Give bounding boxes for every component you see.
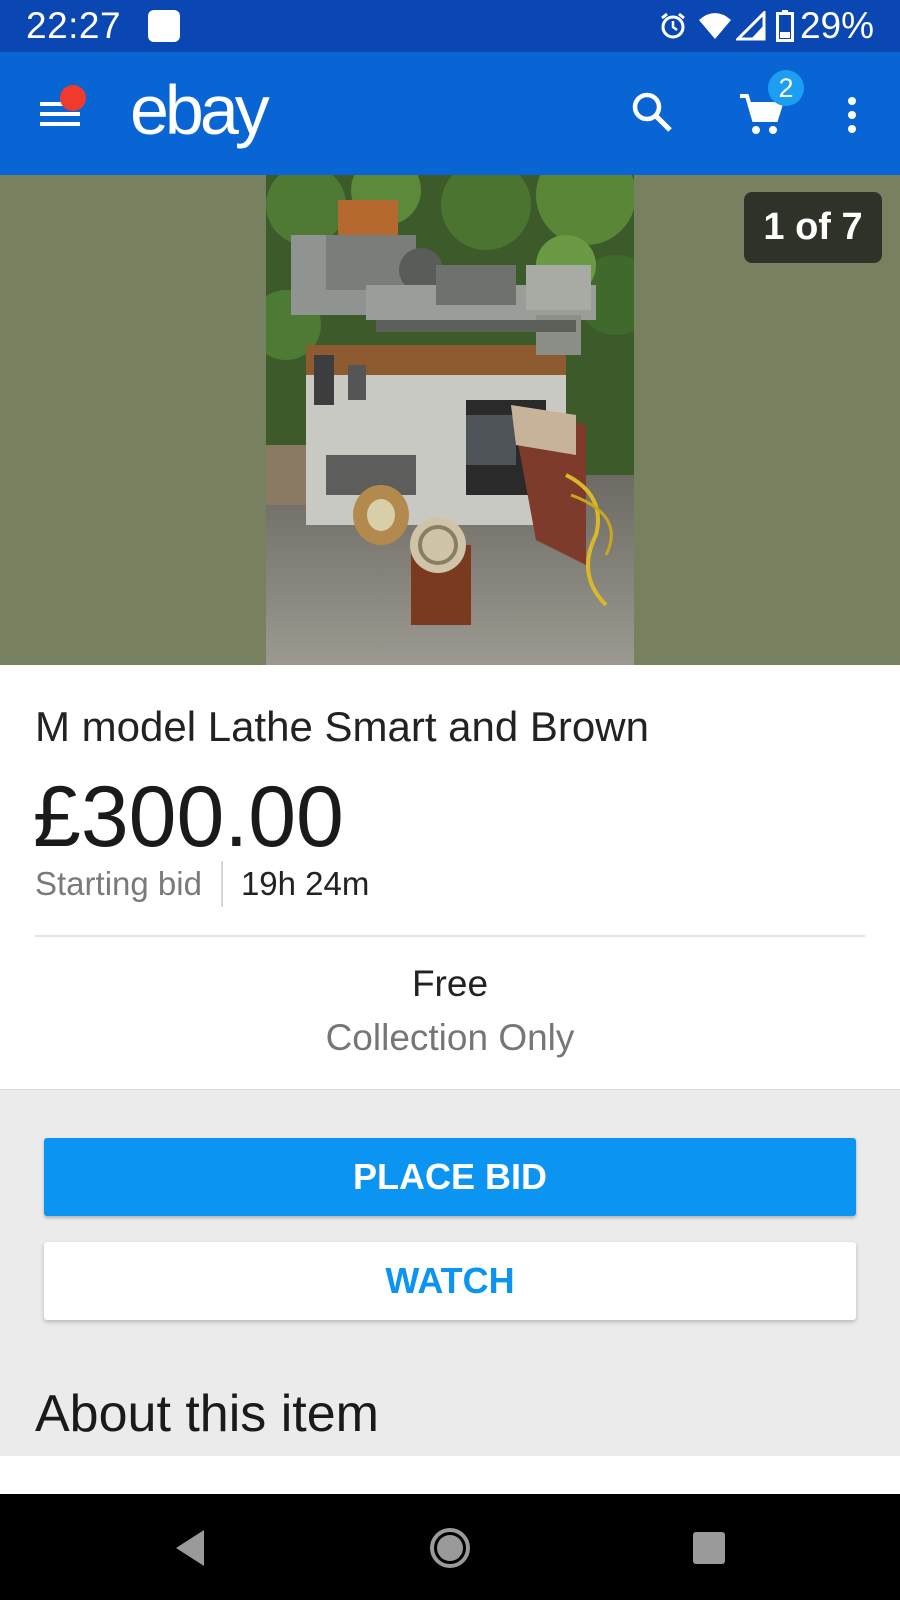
image-counter: 1 of 7 bbox=[744, 192, 882, 263]
back-button[interactable] bbox=[168, 1524, 216, 1572]
about-heading: About this item bbox=[35, 1385, 379, 1443]
recents-icon bbox=[693, 1532, 725, 1564]
about-section-top bbox=[0, 1456, 900, 1494]
alarm-icon bbox=[661, 12, 685, 39]
search-button[interactable] bbox=[630, 90, 676, 136]
shipping-cost: Free bbox=[411, 963, 489, 1004]
search-icon bbox=[632, 92, 672, 132]
recents-button[interactable] bbox=[685, 1524, 733, 1572]
shipping-method: Collection Only bbox=[325, 1017, 575, 1058]
menu-button[interactable] bbox=[40, 85, 86, 134]
item-price: £300.00 bbox=[33, 769, 344, 865]
cart-count-badge: 2 bbox=[768, 70, 804, 106]
home-button[interactable] bbox=[426, 1524, 474, 1572]
app-bar: ebay 2 bbox=[0, 52, 900, 175]
ebay-logo[interactable]: ebay bbox=[130, 70, 270, 150]
battery-percent: 29% bbox=[799, 5, 874, 46]
status-icons: 29% bbox=[658, 6, 874, 46]
image-gallery[interactable]: 1 of 7 bbox=[0, 175, 900, 665]
more-vert-icon bbox=[848, 97, 856, 133]
system-nav-bar bbox=[0, 1494, 900, 1600]
battery-icon bbox=[775, 10, 794, 42]
lathe-photo[interactable] bbox=[266, 175, 634, 665]
back-icon bbox=[176, 1530, 204, 1566]
watch-button[interactable]: WATCH bbox=[44, 1242, 856, 1320]
divider bbox=[35, 935, 865, 937]
more-options-button[interactable] bbox=[840, 92, 864, 138]
bid-info: Starting bid 19h 24m bbox=[35, 861, 369, 907]
bid-separator bbox=[220, 861, 223, 907]
home-icon bbox=[430, 1528, 470, 1568]
status-bar: 22:27 29% bbox=[0, 0, 900, 52]
notification-dot bbox=[60, 85, 86, 111]
bid-type-label: Starting bid bbox=[35, 865, 202, 902]
signal-icon bbox=[735, 11, 766, 41]
item-title: M model Lathe Smart and Brown bbox=[35, 703, 649, 750]
listing-summary: M model Lathe Smart and Brown £300.00 St… bbox=[0, 665, 900, 1090]
place-bid-button[interactable]: PLACE BID bbox=[44, 1138, 856, 1216]
time-left: 19h 24m bbox=[240, 865, 370, 902]
notification-icon bbox=[148, 10, 180, 42]
wifi-icon bbox=[698, 13, 731, 39]
status-time: 22:27 bbox=[26, 5, 122, 46]
